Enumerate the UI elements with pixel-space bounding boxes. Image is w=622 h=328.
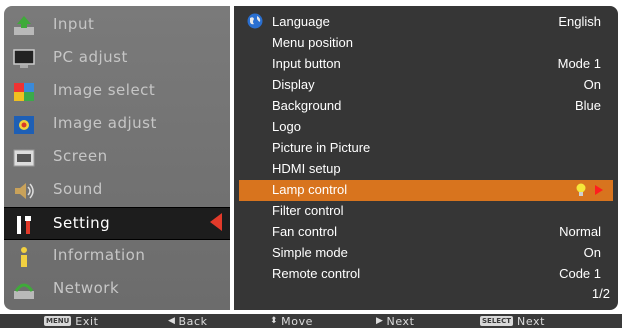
left-arrow-icon: ◀ [168, 316, 176, 326]
move-hint: ⬍ Move [270, 314, 313, 328]
row-value: Code 1 [559, 266, 601, 281]
row-label: Display [272, 77, 315, 92]
row-label: Fan control [272, 224, 338, 239]
menu-item-label: Sound [53, 180, 103, 198]
move-label: Move [281, 314, 314, 328]
image-select-icon [12, 81, 36, 103]
exit-hint: MENU Exit [44, 314, 99, 328]
row-label: HDMI setup [272, 161, 341, 176]
submenu-row-simple-mode[interactable]: Simple mode On [239, 243, 613, 264]
submenu-row-background[interactable]: Background Blue [239, 96, 613, 117]
up-down-arrow-icon: ⬍ [270, 316, 279, 326]
exit-label: Exit [75, 314, 99, 328]
main-menu: Input PC adjust Image select Image adjus… [4, 6, 230, 310]
submenu-row-filter-control[interactable]: Filter control [239, 201, 613, 222]
wrench-screwdriver-icon [12, 214, 36, 236]
right-arrow-icon: ▶ [376, 316, 384, 326]
image-adjust-icon [12, 114, 36, 136]
row-value: Mode 1 [557, 56, 601, 71]
submenu-row-language[interactable]: Language English [239, 12, 613, 33]
menu-item-information[interactable]: Information [4, 240, 230, 273]
row-label: Menu position [272, 35, 353, 50]
row-label: Logo [272, 119, 301, 134]
submenu-arrow-icon [595, 185, 603, 195]
row-value: English [558, 14, 601, 29]
submenu-row-input-button[interactable]: Input button Mode 1 [239, 54, 613, 75]
row-value: Normal [559, 224, 601, 239]
row-label: Remote control [272, 266, 361, 281]
menu-item-image-adjust[interactable]: Image adjust [4, 108, 230, 141]
submenu-row-logo[interactable]: Logo [239, 117, 613, 138]
row-value: On [583, 245, 601, 260]
projector-osd-menu: Input PC adjust Image select Image adjus… [0, 0, 622, 328]
menu-item-network[interactable]: Network [4, 273, 230, 306]
row-label: Simple mode [272, 245, 348, 260]
button-guide-bar: MENU Exit ◀ Back ⬍ Move ▶ Next SELECT Ne… [0, 314, 622, 328]
menu-item-image-select[interactable]: Image select [4, 75, 230, 108]
monitor-icon [12, 48, 36, 70]
submenu-row-picture-in-picture[interactable]: Picture in Picture [239, 138, 613, 159]
next-label: Next [386, 314, 415, 328]
screen-icon [12, 147, 36, 169]
menu-item-sound[interactable]: Sound [4, 174, 230, 207]
menu-item-label: Information [53, 246, 146, 264]
select-key-icon: SELECT [480, 316, 513, 326]
submenu-row-hdmi-setup[interactable]: HDMI setup [239, 159, 613, 180]
next-hint: ▶ Next [376, 314, 415, 328]
network-icon [12, 279, 36, 301]
row-label: Background [272, 98, 342, 113]
speaker-icon [12, 180, 36, 202]
menu-item-pc-adjust[interactable]: PC adjust [4, 42, 230, 75]
menu-item-input[interactable]: Input [4, 9, 230, 42]
select-next-hint: SELECT Next [480, 314, 545, 328]
back-label: Back [178, 314, 208, 328]
menu-item-label: PC adjust [53, 48, 128, 66]
input-icon [12, 15, 36, 37]
submenu-row-lamp-control[interactable]: Lamp control [239, 180, 613, 201]
submenu-row-display[interactable]: Display On [239, 75, 613, 96]
lamp-bulb-icon [576, 183, 586, 196]
menu-item-setting[interactable]: Setting [4, 207, 230, 240]
menu-item-label: Image select [53, 81, 156, 99]
row-value: Blue [574, 98, 601, 113]
information-icon [12, 246, 36, 268]
row-label: Language [272, 14, 330, 29]
menu-key-icon: MENU [44, 316, 72, 326]
submenu-row-fan-control[interactable]: Fan control Normal [239, 222, 613, 243]
row-label: Lamp control [272, 182, 348, 197]
select-next-label: Next [516, 314, 546, 328]
back-hint: ◀ Back [168, 314, 208, 328]
submenu-row-remote-control[interactable]: Remote control Code 1 [239, 264, 613, 285]
selection-arrow-icon [210, 213, 222, 231]
row-label: Picture in Picture [272, 140, 371, 155]
row-label: Filter control [272, 203, 344, 218]
menu-item-label: Screen [53, 147, 108, 165]
row-label: Input button [272, 56, 341, 71]
page-indicator: 1/2 [591, 286, 610, 301]
menu-item-label: Setting [53, 214, 111, 232]
submenu-row-menu-position[interactable]: Menu position [239, 33, 613, 54]
menu-item-label: Network [53, 279, 120, 297]
menu-item-screen[interactable]: Screen [4, 141, 230, 174]
row-value: On [583, 77, 601, 92]
menu-item-label: Image adjust [53, 114, 157, 132]
menu-item-label: Input [53, 15, 95, 33]
